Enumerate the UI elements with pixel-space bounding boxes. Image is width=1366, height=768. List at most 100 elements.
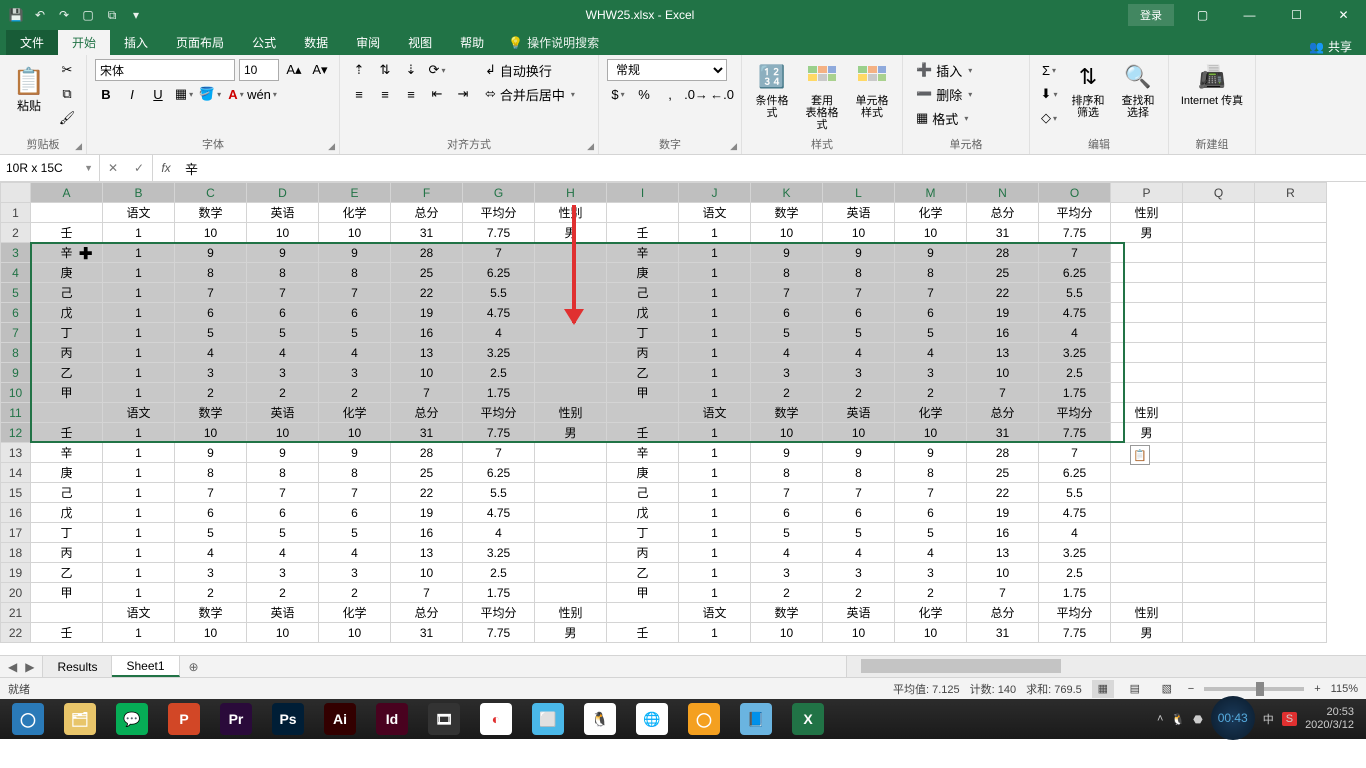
cell[interactable]: 5 <box>751 523 823 543</box>
merge-center-button[interactable]: ⬄合并后居中 <box>480 83 590 105</box>
tab-insert[interactable]: 插入 <box>110 30 162 55</box>
cell[interactable]: 5.5 <box>463 283 535 303</box>
cell[interactable]: 英语 <box>247 403 319 423</box>
cell[interactable]: 10 <box>175 623 247 643</box>
cell[interactable] <box>1255 403 1327 423</box>
cell[interactable]: 男 <box>535 223 607 243</box>
cell[interactable]: 10 <box>895 423 967 443</box>
cell[interactable]: 16 <box>391 323 463 343</box>
cell[interactable]: 3 <box>823 563 895 583</box>
cell[interactable] <box>1255 363 1327 383</box>
cell[interactable]: 数学 <box>175 603 247 623</box>
cell[interactable]: 28 <box>391 243 463 263</box>
cell[interactable] <box>535 483 607 503</box>
cell[interactable] <box>1255 283 1327 303</box>
fx-icon[interactable]: fx <box>153 155 179 181</box>
cell[interactable]: 7 <box>319 283 391 303</box>
taskbar-app-indesign[interactable]: Id <box>368 700 416 738</box>
cell[interactable]: 19 <box>391 503 463 523</box>
indent-increase-icon[interactable]: ⇥ <box>452 83 474 105</box>
cell[interactable]: 数学 <box>175 203 247 223</box>
cell[interactable]: 性别 <box>1111 203 1183 223</box>
cell[interactable]: 28 <box>967 243 1039 263</box>
cell[interactable] <box>1255 543 1327 563</box>
cell[interactable]: 6 <box>895 503 967 523</box>
cell[interactable]: 3 <box>895 563 967 583</box>
cell[interactable]: 2 <box>247 383 319 403</box>
cell[interactable]: 6 <box>247 503 319 523</box>
cell[interactable]: 4 <box>751 343 823 363</box>
cell[interactable]: 丁 <box>607 523 679 543</box>
cell[interactable]: 平均分 <box>1039 203 1111 223</box>
cell[interactable]: 丙 <box>31 343 103 363</box>
cell[interactable]: 壬 <box>31 423 103 443</box>
cell[interactable]: 2 <box>895 383 967 403</box>
cell[interactable]: 总分 <box>967 403 1039 423</box>
cell[interactable]: 乙 <box>31 563 103 583</box>
cell[interactable]: 庚 <box>31 263 103 283</box>
cell[interactable] <box>1111 243 1183 263</box>
tray-ime-icon[interactable]: 中 <box>1263 711 1274 727</box>
cell[interactable]: 5 <box>175 523 247 543</box>
cell[interactable]: 7.75 <box>463 623 535 643</box>
cell[interactable]: 10 <box>247 423 319 443</box>
percent-format-icon[interactable]: % <box>633 83 655 105</box>
cell[interactable]: 1 <box>679 563 751 583</box>
cell[interactable]: 丙 <box>607 343 679 363</box>
cell[interactable]: 总分 <box>967 603 1039 623</box>
cell[interactable]: 数学 <box>751 403 823 423</box>
cell[interactable]: 男 <box>535 423 607 443</box>
taskbar-app-explorer[interactable]: 🗂 <box>56 700 104 738</box>
cell[interactable]: 平均分 <box>463 203 535 223</box>
autosum-button[interactable]: Σ <box>1038 59 1060 81</box>
cell[interactable]: 25 <box>391 463 463 483</box>
cell[interactable]: 6 <box>319 503 391 523</box>
cell[interactable]: 31 <box>391 223 463 243</box>
col-header[interactable]: I <box>607 183 679 203</box>
row-header[interactable]: 16 <box>1 503 31 523</box>
cell[interactable]: 6.25 <box>1039 463 1111 483</box>
cell[interactable]: 7 <box>463 443 535 463</box>
cell[interactable]: 9 <box>247 243 319 263</box>
cell[interactable]: 1 <box>103 443 175 463</box>
cell[interactable]: 10 <box>751 423 823 443</box>
taskbar-app-powerpoint[interactable]: P <box>160 700 208 738</box>
cell[interactable]: 1 <box>103 283 175 303</box>
cell[interactable]: 10 <box>823 223 895 243</box>
new-file-icon[interactable]: ▢ <box>80 7 96 23</box>
cell[interactable]: 己 <box>31 483 103 503</box>
copy-button[interactable]: ⧉ <box>56 83 78 105</box>
col-header[interactable]: O <box>1039 183 1111 203</box>
cell[interactable] <box>535 463 607 483</box>
cell[interactable]: 8 <box>319 263 391 283</box>
align-left-icon[interactable]: ≡ <box>348 83 370 105</box>
conditional-format-button[interactable]: 🔢条件格式 <box>750 59 794 121</box>
number-format-combo[interactable]: 常规 <box>607 59 727 81</box>
cell[interactable]: 丁 <box>31 523 103 543</box>
cell[interactable]: 6.25 <box>1039 263 1111 283</box>
cell[interactable]: 壬 <box>607 223 679 243</box>
cell[interactable]: 31 <box>967 423 1039 443</box>
cell[interactable]: 戊 <box>31 503 103 523</box>
tab-review[interactable]: 审阅 <box>342 30 394 55</box>
cell[interactable]: 1 <box>679 223 751 243</box>
cell[interactable]: 8 <box>247 463 319 483</box>
cell[interactable]: 4 <box>823 543 895 563</box>
cell[interactable] <box>31 603 103 623</box>
cell[interactable] <box>1183 403 1255 423</box>
font-name-combo[interactable] <box>95 59 235 81</box>
cell[interactable] <box>1111 323 1183 343</box>
cell[interactable]: 3.25 <box>463 343 535 363</box>
internet-fax-button[interactable]: 📠Internet 传真 <box>1177 59 1247 109</box>
taskbar-app-photoshop[interactable]: Ps <box>264 700 312 738</box>
cell[interactable]: 5 <box>823 323 895 343</box>
cell[interactable]: 25 <box>967 263 1039 283</box>
cell[interactable]: 己 <box>31 283 103 303</box>
cell[interactable] <box>1255 523 1327 543</box>
cell[interactable]: 6 <box>175 303 247 323</box>
dialog-launcher-icon[interactable]: ◢ <box>75 141 82 152</box>
cell[interactable] <box>31 403 103 423</box>
col-header[interactable]: A <box>31 183 103 203</box>
cell[interactable] <box>1183 203 1255 223</box>
row-header[interactable]: 10 <box>1 383 31 403</box>
